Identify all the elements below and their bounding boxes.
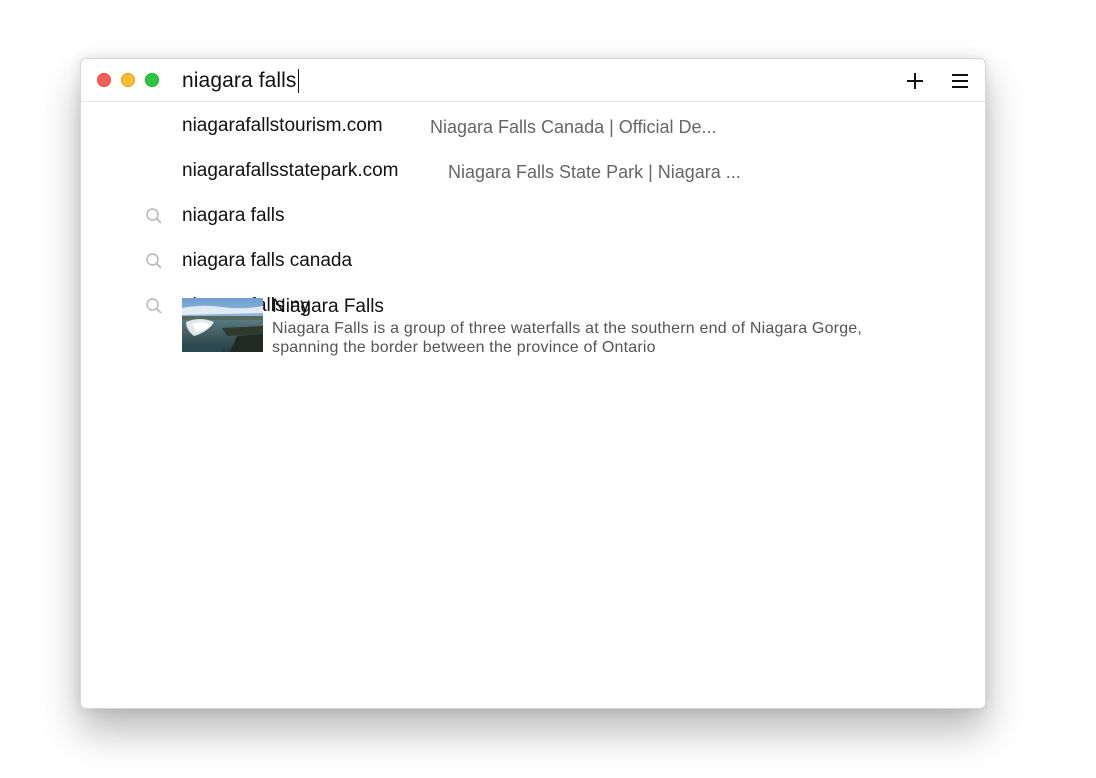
title-bar: niagara falls [81,59,985,102]
search-icon [146,253,162,269]
url-suggestion[interactable]: niagarafallsstatepark.com Niagara Falls … [81,148,985,193]
suggestion-page-title: Niagara Falls State Park | Niagara ... [448,162,741,182]
search-suggestion[interactable]: niagara falls [81,193,985,238]
new-tab-button[interactable] [902,68,928,94]
suggestion-query: niagara falls canada [182,250,353,271]
address-bar-text: niagara falls [182,69,297,92]
menu-button[interactable] [947,68,973,94]
suggestion-query: niagara falls [182,205,285,226]
close-window-button[interactable] [97,73,111,87]
search-icon [146,208,162,224]
suggestion-page-title: Niagara Falls Canada | Official De... [430,117,717,137]
text-caret [297,69,299,93]
knowledge-description: Niagara Falls is a group of three waterf… [272,320,863,356]
suggestion-url: niagarafallstourism.com [182,115,383,136]
waterfall-thumbnail-image [182,298,263,352]
hamburger-menu-icon [952,74,968,88]
maximize-window-button[interactable] [145,73,159,87]
address-bar-input[interactable]: niagara falls [182,67,299,95]
browser-window: niagara falls niagarafallstourism.com Ni… [80,58,986,709]
search-icon [146,298,162,314]
suggestion-url: niagarafallsstatepark.com [182,160,399,181]
url-suggestion[interactable]: niagarafallstourism.com Niagara Falls Ca… [81,103,985,148]
suggestion-list: niagarafallstourism.com Niagara Falls Ca… [81,103,985,328]
plus-icon [907,73,923,89]
minimize-window-button[interactable] [121,73,135,87]
search-suggestion[interactable]: niagara falls canada [81,238,985,283]
knowledge-title: Niagara Falls [272,296,384,317]
